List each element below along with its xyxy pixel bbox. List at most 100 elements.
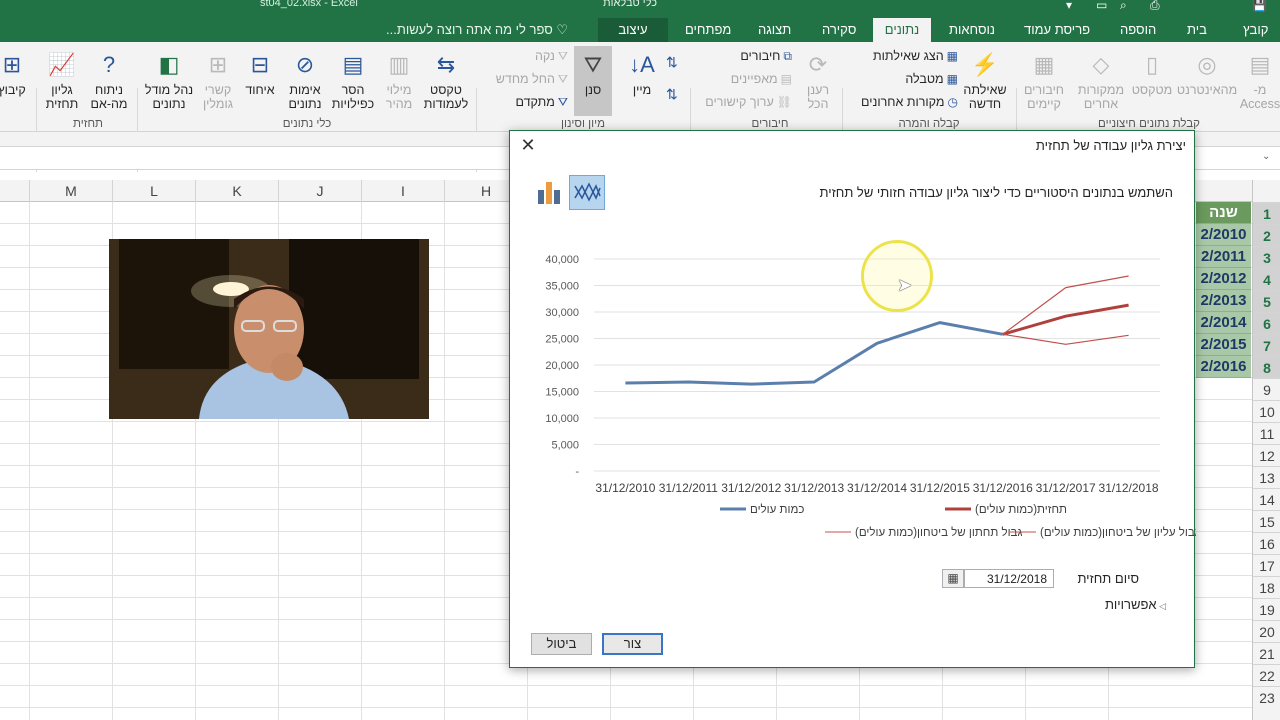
row-header[interactable]: 1: [1253, 202, 1280, 224]
row-header[interactable]: 3: [1253, 246, 1280, 268]
row-header[interactable]: 2: [1253, 224, 1280, 246]
column-header[interactable]: I: [361, 180, 444, 202]
tab-data[interactable]: נתונים: [873, 18, 931, 42]
consolidate-icon: ⊟: [250, 52, 270, 77]
row-header[interactable]: 8: [1253, 356, 1280, 378]
what-if-button[interactable]: ? ניתוח מה-אם: [84, 50, 134, 111]
sort-az-icon[interactable]: ⇅: [666, 54, 678, 71]
tab-formulas[interactable]: נוסחאות: [942, 18, 1002, 42]
x-tick-label: 31/12/2017: [1036, 481, 1096, 495]
row-header[interactable]: 17: [1253, 554, 1280, 576]
connections-button[interactable]: ⧉חיבורים: [740, 49, 792, 64]
row-header[interactable]: 4: [1253, 268, 1280, 290]
advanced-filter-button[interactable]: ⛛מתקדם: [516, 95, 568, 110]
tab-review[interactable]: סקירה: [815, 18, 863, 42]
group-outline-button[interactable]: ⊞ קיבוץ: [0, 50, 32, 97]
create-button[interactable]: צור: [602, 633, 663, 655]
reapply-button[interactable]: ⛛החל מחדש: [496, 72, 568, 87]
table-cell[interactable]: 2/2013: [1196, 290, 1251, 312]
sort-button[interactable]: A↓ מיין: [622, 50, 662, 97]
table-icon: ▦: [946, 72, 958, 86]
flash-fill-button[interactable]: ▥ מילוי מהיר: [380, 50, 418, 111]
row-header[interactable]: 21: [1253, 642, 1280, 664]
manage-data-model-button[interactable]: ◧ נהל מודל נתונים: [140, 50, 198, 111]
forecast-chart: - 5,000 10,000 15,000 20,000 25,000 30,000 35,0…: [545, 254, 1196, 539]
row-header[interactable]: 23: [1253, 686, 1280, 708]
row-header[interactable]: 16: [1253, 532, 1280, 554]
triangle-right-icon: ◁: [1156, 601, 1166, 611]
tab-developer[interactable]: מפתחים: [678, 18, 738, 42]
row-header[interactable]: 13: [1253, 466, 1280, 488]
new-query-button[interactable]: ⚡ שאילתה חדשה: [956, 50, 1014, 111]
table-cell[interactable]: 2/2016: [1196, 356, 1251, 378]
other-sources-button[interactable]: ◇ ממקורות אחרים: [1074, 50, 1128, 111]
save-icon[interactable]: 💾: [1252, 0, 1267, 12]
clear-filter-button[interactable]: ⛛נקה: [535, 49, 568, 64]
table-cell[interactable]: 2/2012: [1196, 268, 1251, 290]
tell-me-box[interactable]: ♡ ספר לי מה אתה רוצה לעשות...: [386, 22, 568, 38]
options-expander[interactable]: ◁ אפשרויות: [1105, 597, 1166, 612]
row-header[interactable]: 5: [1253, 290, 1280, 312]
row-header[interactable]: 11: [1253, 422, 1280, 444]
existing-connections-button[interactable]: ▦ חיבורים קיימים: [1018, 50, 1070, 111]
row-header[interactable]: 12: [1253, 444, 1280, 466]
row-header[interactable]: 22: [1253, 664, 1280, 686]
new-icon[interactable]: ▭: [1096, 0, 1107, 12]
row-header[interactable]: 7: [1253, 334, 1280, 356]
row-header[interactable]: 19: [1253, 598, 1280, 620]
edit-links-button[interactable]: ⛓ערוך קישורים: [705, 95, 792, 109]
x-tick-label: 31/12/2015: [910, 481, 970, 495]
globe-icon: ◎: [1197, 52, 1217, 77]
table-cell[interactable]: 2/2011: [1196, 246, 1251, 268]
calendar-icon[interactable]: ▦: [942, 569, 964, 588]
remove-duplicates-button[interactable]: ▤ הסר כפילויות: [328, 50, 378, 111]
tab-insert[interactable]: הוספה: [1113, 18, 1163, 42]
text-to-columns-button[interactable]: ⇆ טקסט לעמודות: [420, 50, 472, 111]
cancel-button[interactable]: ביטול: [531, 633, 592, 655]
table-cell[interactable]: 2/2014: [1196, 312, 1251, 334]
properties-button[interactable]: ▤מאפיינים: [731, 72, 792, 86]
data-validation-button[interactable]: ⊘ אימות נתונים: [282, 50, 328, 111]
text-to-columns-icon: ⇆: [436, 52, 456, 77]
show-queries-button[interactable]: ▦הצג שאילתות: [873, 49, 958, 63]
tab-home[interactable]: בית: [1180, 18, 1214, 42]
consolidate-button[interactable]: ⊟ איחוד: [240, 50, 280, 97]
tab-view[interactable]: תצוגה: [751, 18, 798, 42]
filter-button[interactable]: ⛛ סנן: [574, 46, 612, 116]
select-all-corner[interactable]: [1253, 180, 1280, 202]
series-line-2: [1002, 333, 1129, 345]
year-header-cell[interactable]: שנה: [1196, 202, 1251, 224]
column-header[interactable]: K: [195, 180, 278, 202]
recent-sources-button[interactable]: ◷מקורות אחרונים: [861, 95, 958, 109]
column-header[interactable]: M: [29, 180, 112, 202]
forecast-end-input[interactable]: 31/12/2018: [964, 569, 1054, 588]
row-header[interactable]: 15: [1253, 510, 1280, 532]
sort-za-icon[interactable]: ⇅: [666, 86, 678, 103]
from-table-button[interactable]: ▦מטבלה: [905, 72, 958, 86]
row-header[interactable]: 6: [1253, 312, 1280, 334]
row-header[interactable]: 18: [1253, 576, 1280, 598]
expand-formula-icon[interactable]: ⌄: [1262, 151, 1270, 162]
relationships-button[interactable]: ⊞ קשרי גומלין: [198, 50, 238, 111]
table-cell[interactable]: 2/2015: [1196, 334, 1251, 356]
tab-file[interactable]: קובץ: [1236, 18, 1275, 42]
row-header[interactable]: 14: [1253, 488, 1280, 510]
row-header[interactable]: 20: [1253, 620, 1280, 642]
row-header[interactable]: 10: [1253, 400, 1280, 422]
from-access-button[interactable]: ▤ מ- Access: [1238, 50, 1280, 111]
from-web-button[interactable]: ◎ מהאינטרנט: [1176, 50, 1238, 97]
print-icon[interactable]: ⎙: [1150, 0, 1160, 13]
tab-design[interactable]: עיצוב: [598, 18, 668, 42]
qat-dropdown-icon[interactable]: ▾: [1066, 0, 1072, 12]
forecast-sheet-button[interactable]: 📈 גליון תחזית: [40, 50, 84, 111]
column-header[interactable]: L: [112, 180, 195, 202]
from-text-button[interactable]: ▯ מטקסט: [1128, 50, 1176, 97]
table-cell[interactable]: 2/2010: [1196, 224, 1251, 246]
refresh-all-button[interactable]: ⟳ רענן הכל: [798, 50, 838, 111]
preview-icon[interactable]: ⌕: [1120, 0, 1127, 13]
column-header[interactable]: J: [278, 180, 361, 202]
what-if-icon: ?: [102, 52, 116, 77]
row-headers: 1 2 3 4 5 6 7 8 9 10 11 12 13 14 15 16 17 18 19 20 21 22 23: [1252, 180, 1280, 720]
row-header[interactable]: 9: [1253, 378, 1280, 400]
tab-page-layout[interactable]: פריסת עמוד: [1017, 18, 1097, 42]
